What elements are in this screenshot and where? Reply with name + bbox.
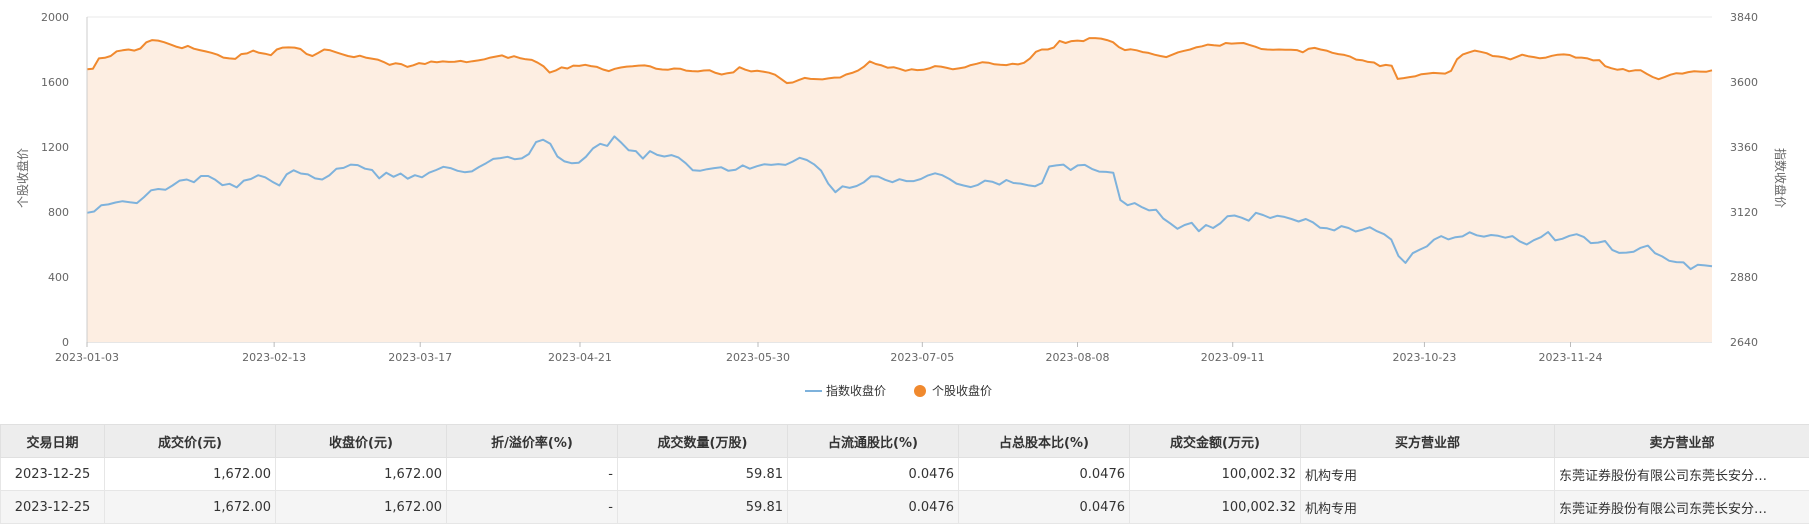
cell-total-ratio: 0.0476 — [959, 458, 1130, 491]
col-header-buyer[interactable]: 买方营业部 — [1301, 425, 1555, 458]
col-header-close-price[interactable]: 收盘价(元) — [276, 425, 447, 458]
x-tick-label: 2023-02-13 — [242, 351, 306, 364]
y-right-tick-label: 3840 — [1730, 11, 1758, 24]
stock-area — [87, 38, 1712, 342]
cell-float-ratio: 0.0476 — [788, 491, 959, 524]
cell-date: 2023-12-25 — [1, 491, 105, 524]
cell-total-ratio: 0.0476 — [959, 491, 1130, 524]
y-left-tick-label: 0 — [62, 336, 69, 349]
cell-buyer[interactable]: 机构专用 — [1301, 491, 1555, 524]
price-chart: 0 400 800 1200 1600 2000 2640 2880 3120 3360 3600 3… — [0, 0, 1809, 418]
legend-stock-swatch — [914, 385, 926, 397]
cell-amount: 100,002.32 — [1130, 458, 1301, 491]
x-tick-label: 2023-10-23 — [1392, 351, 1456, 364]
legend-index-label: 指数收盘价 — [826, 383, 886, 398]
y-left-tick-label: 800 — [48, 206, 69, 219]
cell-premium-rate: - — [447, 458, 618, 491]
cell-premium-rate: - — [447, 491, 618, 524]
cell-close-price: 1,672.00 — [276, 491, 447, 524]
y-left-tick-label: 2000 — [41, 11, 69, 24]
y-left-tick-label: 400 — [48, 271, 69, 284]
y-right-tick-label: 3360 — [1730, 141, 1758, 154]
x-tick-label: 2023-04-21 — [548, 351, 612, 364]
y-right-tick-label: 2640 — [1730, 336, 1758, 349]
table-header-row: 交易日期 成交价(元) 收盘价(元) 折/溢价率(%) 成交数量(万股) 占流通… — [1, 425, 1809, 458]
col-header-total-ratio[interactable]: 占总股本比(%) — [959, 425, 1130, 458]
y-right-tick-label: 3120 — [1730, 206, 1758, 219]
y-left-tick-label: 1600 — [41, 76, 69, 89]
col-header-seller[interactable]: 卖方营业部 — [1555, 425, 1809, 458]
x-tick-label: 2023-11-24 — [1539, 351, 1603, 364]
table-row: 2023-12-25 1,672.00 1,672.00 - 59.81 0.0… — [1, 458, 1809, 491]
cell-amount: 100,002.32 — [1130, 491, 1301, 524]
y-left-axis-title: 个股收盘价 — [15, 148, 30, 208]
cell-volume: 59.81 — [618, 458, 788, 491]
col-header-float-ratio[interactable]: 占流通股比(%) — [788, 425, 959, 458]
col-header-deal-price[interactable]: 成交价(元) — [105, 425, 276, 458]
col-header-date[interactable]: 交易日期 — [1, 425, 105, 458]
x-tick-label: 2023-07-05 — [890, 351, 954, 364]
y-right-axis-title: 指数收盘价 — [1773, 148, 1788, 208]
cell-buyer[interactable]: 机构专用 — [1301, 458, 1555, 491]
cell-volume: 59.81 — [618, 491, 788, 524]
stock-area-fill — [87, 38, 1712, 342]
x-tick-label: 2023-09-11 — [1201, 351, 1265, 364]
cell-close-price: 1,672.00 — [276, 458, 447, 491]
cell-date: 2023-12-25 — [1, 458, 105, 491]
legend-item-stock[interactable]: 个股收盘价 — [914, 383, 992, 398]
x-tick-label: 2023-01-03 — [55, 351, 119, 364]
legend-item-index[interactable]: 指数收盘价 — [805, 383, 886, 398]
cell-deal-price: 1,672.00 — [105, 458, 276, 491]
table-row: 2023-12-25 1,672.00 1,672.00 - 59.81 0.0… — [1, 491, 1809, 524]
legend-stock-label: 个股收盘价 — [932, 383, 992, 398]
col-header-amount[interactable]: 成交金额(万元) — [1130, 425, 1301, 458]
x-tick-label: 2023-03-17 — [388, 351, 452, 364]
col-header-volume[interactable]: 成交数量(万股) — [618, 425, 788, 458]
cell-seller[interactable]: 东莞证券股份有限公司东莞长安分… — [1555, 458, 1809, 491]
cell-seller[interactable]: 东莞证券股份有限公司东莞长安分… — [1555, 491, 1809, 524]
block-trade-table: 交易日期 成交价(元) 收盘价(元) 折/溢价率(%) 成交数量(万股) 占流通… — [0, 424, 1809, 524]
chart-container: 0 400 800 1200 1600 2000 2640 2880 3120 3360 3600 3… — [0, 0, 1809, 418]
chart-legend[interactable]: 指数收盘价 个股收盘价 — [805, 383, 992, 398]
cell-deal-price: 1,672.00 — [105, 491, 276, 524]
y-right-tick-label: 2880 — [1730, 271, 1758, 284]
x-tick-label: 2023-08-08 — [1046, 351, 1110, 364]
cell-float-ratio: 0.0476 — [788, 458, 959, 491]
col-header-premium-rate[interactable]: 折/溢价率(%) — [447, 425, 618, 458]
y-right-tick-label: 3600 — [1730, 76, 1758, 89]
x-tick-label: 2023-05-30 — [726, 351, 790, 364]
y-left-tick-label: 1200 — [41, 141, 69, 154]
